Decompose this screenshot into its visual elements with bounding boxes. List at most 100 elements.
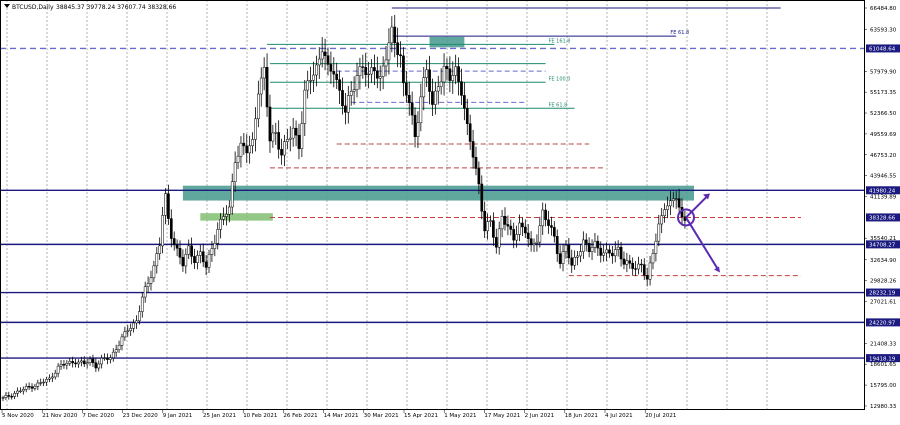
bullish-candle	[225, 214, 228, 217]
bearish-candle	[297, 134, 301, 149]
bullish-candle	[187, 245, 191, 255]
bullish-candle	[657, 223, 661, 242]
bullish-candle	[306, 80, 310, 91]
bullish-candle	[126, 330, 130, 332]
x-tick-label: 9 Jan 2021	[163, 413, 192, 419]
bullish-candle	[671, 198, 675, 201]
bearish-candle	[361, 66, 365, 68]
bullish-candle	[120, 336, 124, 346]
x-tick-label: 20 Jul 2021	[645, 413, 676, 419]
x-tick-label: 10 Feb 2021	[243, 413, 277, 419]
bearish-candle	[465, 108, 469, 124]
bullish-candle	[45, 379, 48, 383]
bullish-candle	[97, 363, 101, 369]
bearish-candle	[457, 66, 460, 82]
price-tag-label: 34708.27	[869, 243, 896, 249]
bullish-candle	[669, 200, 672, 207]
bullish-candle	[637, 263, 640, 270]
bullish-candle	[48, 377, 51, 380]
bullish-candle	[143, 286, 147, 298]
y-tick-label: 55173.35	[870, 90, 897, 96]
bullish-candle	[233, 162, 237, 182]
bullish-candle	[381, 65, 385, 77]
bullish-candle	[564, 244, 568, 252]
bullish-candle	[434, 90, 437, 105]
bullish-candle	[42, 381, 45, 384]
price-tag-label: 38328.66	[869, 216, 896, 222]
bearish-candle	[332, 71, 336, 75]
bearish-candle	[265, 67, 269, 108]
bearish-candle	[193, 256, 196, 263]
x-tick-label: 25 Jan 2021	[203, 413, 236, 419]
bullish-candle	[33, 386, 37, 389]
bullish-candle	[532, 243, 536, 246]
bearish-candle	[82, 360, 86, 365]
fibonacci-label: FE 61.8	[549, 102, 568, 108]
bearish-candle	[431, 91, 434, 105]
chart-container[interactable]: FE 161.8 FE 61.8 FE 100.0 FE 61.8 66484.80 6…	[0, 0, 900, 421]
bullish-candle	[132, 322, 135, 329]
bullish-candle	[271, 132, 275, 142]
bullish-candle	[593, 240, 597, 248]
bullish-candle	[497, 228, 501, 248]
bearish-candle	[640, 263, 643, 266]
bullish-candle	[312, 74, 315, 81]
price-tag-label: 61048.64	[869, 47, 896, 53]
bearish-candle	[631, 262, 635, 269]
bearish-candle	[494, 237, 498, 248]
bullish-candle	[425, 69, 428, 78]
bullish-candle	[111, 351, 115, 358]
bearish-candle	[268, 106, 272, 142]
bearish-candle	[407, 94, 411, 103]
bullish-candle	[222, 216, 225, 220]
bearish-candle	[555, 236, 559, 254]
candlestick-chart[interactable]: FE 161.8 FE 61.8 FE 100.0 FE 61.8 66484.80 6…	[0, 0, 900, 421]
bearish-candle	[71, 361, 74, 364]
bullish-candle	[65, 363, 69, 366]
bearish-candle	[552, 227, 556, 237]
fibonacci-label: FE 61.8	[670, 30, 689, 36]
bullish-candle	[257, 93, 260, 120]
y-tick-label: 49559.69	[870, 132, 897, 138]
bullish-candle	[16, 390, 19, 394]
bullish-candle	[85, 362, 89, 365]
bullish-candle	[590, 247, 594, 253]
bullish-candle	[184, 254, 188, 267]
bearish-candle	[608, 249, 611, 254]
x-tick-label: 30 Mar 2021	[364, 413, 399, 419]
bullish-candle	[230, 181, 234, 208]
bearish-candle	[445, 65, 449, 70]
support-zone	[200, 213, 273, 221]
bearish-candle	[529, 238, 533, 246]
bullish-candle	[660, 215, 664, 225]
bullish-candle	[309, 80, 312, 82]
bearish-candle	[547, 219, 550, 226]
bullish-candle	[152, 265, 156, 279]
y-tick-label: 43946.55	[870, 174, 897, 180]
bullish-candle	[77, 361, 80, 365]
bearish-candle	[526, 232, 530, 239]
bullish-candle	[138, 311, 141, 322]
bearish-candle	[480, 183, 484, 212]
bearish-candle	[463, 95, 466, 109]
top-zone	[429, 36, 465, 48]
bearish-candle	[169, 218, 173, 239]
bearish-candle	[645, 275, 649, 280]
bullish-candle	[422, 77, 426, 98]
bullish-candle	[114, 349, 118, 353]
bearish-candle	[344, 105, 347, 113]
bearish-candle	[622, 258, 626, 265]
bearish-candle	[474, 157, 478, 169]
bearish-candle	[27, 386, 31, 388]
bullish-candle	[24, 386, 28, 390]
bearish-candle	[413, 114, 417, 138]
bearish-candle	[567, 244, 571, 259]
bullish-candle	[103, 357, 106, 360]
bearish-candle	[596, 240, 600, 249]
bullish-candle	[390, 26, 394, 44]
bearish-candle	[460, 81, 463, 96]
bearish-candle	[323, 51, 327, 56]
bullish-candle	[579, 251, 582, 257]
bearish-candle	[277, 132, 281, 150]
resistance-zone	[182, 185, 694, 201]
